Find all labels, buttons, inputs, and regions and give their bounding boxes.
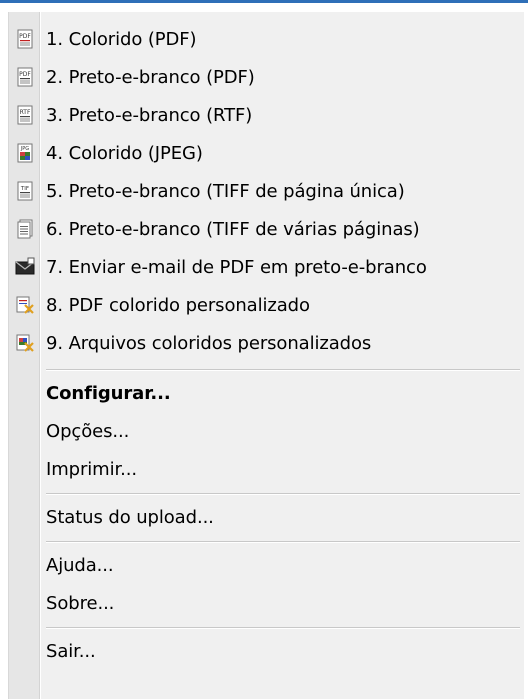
menu-item-exit[interactable]: Sair... bbox=[9, 632, 525, 670]
menu-item-email-bw-pdf[interactable]: 7. Enviar e-mail de PDF em preto-e-branc… bbox=[9, 248, 525, 286]
menu-item-label: 8. PDF colorido personalizado bbox=[46, 294, 310, 316]
menu-item-bw-tiff-multi[interactable]: 6. Preto-e-branco (TIFF de várias página… bbox=[9, 210, 525, 248]
menu-item-about[interactable]: Sobre... bbox=[9, 584, 525, 622]
menu-item-bw-tiff-single[interactable]: TIF 5. Preto-e-branco (TIFF de página ún… bbox=[9, 172, 525, 210]
jpeg-icon: JPG bbox=[17, 143, 33, 163]
pdf-icon: PDF bbox=[17, 29, 33, 49]
menu-separator bbox=[46, 369, 520, 371]
menu-item-label: 2. Preto-e-branco (PDF) bbox=[46, 66, 255, 88]
context-menu: PDF 1. Colorido (PDF) PDF 2. Preto-e-bra… bbox=[8, 12, 524, 699]
custom-pdf-icon bbox=[16, 296, 34, 314]
menu-item-color-pdf[interactable]: PDF 1. Colorido (PDF) bbox=[9, 20, 525, 58]
menu-item-label: 1. Colorido (PDF) bbox=[46, 28, 197, 50]
menu-item-custom-color-files[interactable]: 9. Arquivos coloridos personalizados bbox=[9, 324, 525, 362]
menu-item-label: Sobre... bbox=[46, 592, 115, 614]
menu-item-custom-color-pdf[interactable]: 8. PDF colorido personalizado bbox=[9, 286, 525, 324]
menu-item-label: 6. Preto-e-branco (TIFF de várias página… bbox=[46, 218, 420, 240]
menu-item-label: 4. Colorido (JPEG) bbox=[46, 142, 203, 164]
menu-separator bbox=[46, 541, 520, 543]
email-pdf-icon bbox=[15, 257, 35, 275]
svg-text:JPG: JPG bbox=[20, 146, 29, 152]
custom-files-icon bbox=[16, 334, 34, 352]
menu-item-options[interactable]: Opções... bbox=[9, 412, 525, 450]
tiff-single-icon: TIF bbox=[17, 181, 33, 201]
menu-item-label: 5. Preto-e-branco (TIFF de página única) bbox=[46, 180, 405, 202]
menu-item-label: Opções... bbox=[46, 420, 130, 442]
menu-item-label: 3. Preto-e-branco (RTF) bbox=[46, 104, 253, 126]
menu-item-label: 7. Enviar e-mail de PDF em preto-e-branc… bbox=[46, 256, 427, 278]
svg-text:TIF: TIF bbox=[20, 186, 29, 192]
menu-item-help[interactable]: Ajuda... bbox=[9, 546, 525, 584]
menu-separator bbox=[46, 627, 520, 629]
menu-item-label: 9. Arquivos coloridos personalizados bbox=[46, 332, 372, 354]
menu-item-upload-status[interactable]: Status do upload... bbox=[9, 498, 525, 536]
menu-item-label: Imprimir... bbox=[46, 458, 138, 480]
window-top-border bbox=[0, 0, 528, 3]
menu-item-label: Ajuda... bbox=[46, 554, 114, 576]
menu-item-color-jpeg[interactable]: JPG 4. Colorido (JPEG) bbox=[9, 134, 525, 172]
svg-text:RTF: RTF bbox=[20, 109, 31, 116]
tiff-multi-icon bbox=[17, 219, 33, 239]
svg-text:PDF: PDF bbox=[19, 71, 31, 78]
menu-item-print[interactable]: Imprimir... bbox=[9, 450, 525, 488]
menu-separator bbox=[46, 493, 520, 495]
menu-item-bw-rtf[interactable]: RTF 3. Preto-e-branco (RTF) bbox=[9, 96, 525, 134]
menu-item-label: Sair... bbox=[46, 640, 96, 662]
menu-item-bw-pdf[interactable]: PDF 2. Preto-e-branco (PDF) bbox=[9, 58, 525, 96]
pdf-bw-icon: PDF bbox=[17, 67, 33, 87]
menu-item-configure[interactable]: Configurar... bbox=[9, 374, 525, 412]
svg-text:PDF: PDF bbox=[19, 33, 31, 40]
rtf-icon: RTF bbox=[17, 105, 33, 125]
menu-item-label: Configurar... bbox=[46, 382, 171, 404]
menu-item-label: Status do upload... bbox=[46, 506, 214, 528]
